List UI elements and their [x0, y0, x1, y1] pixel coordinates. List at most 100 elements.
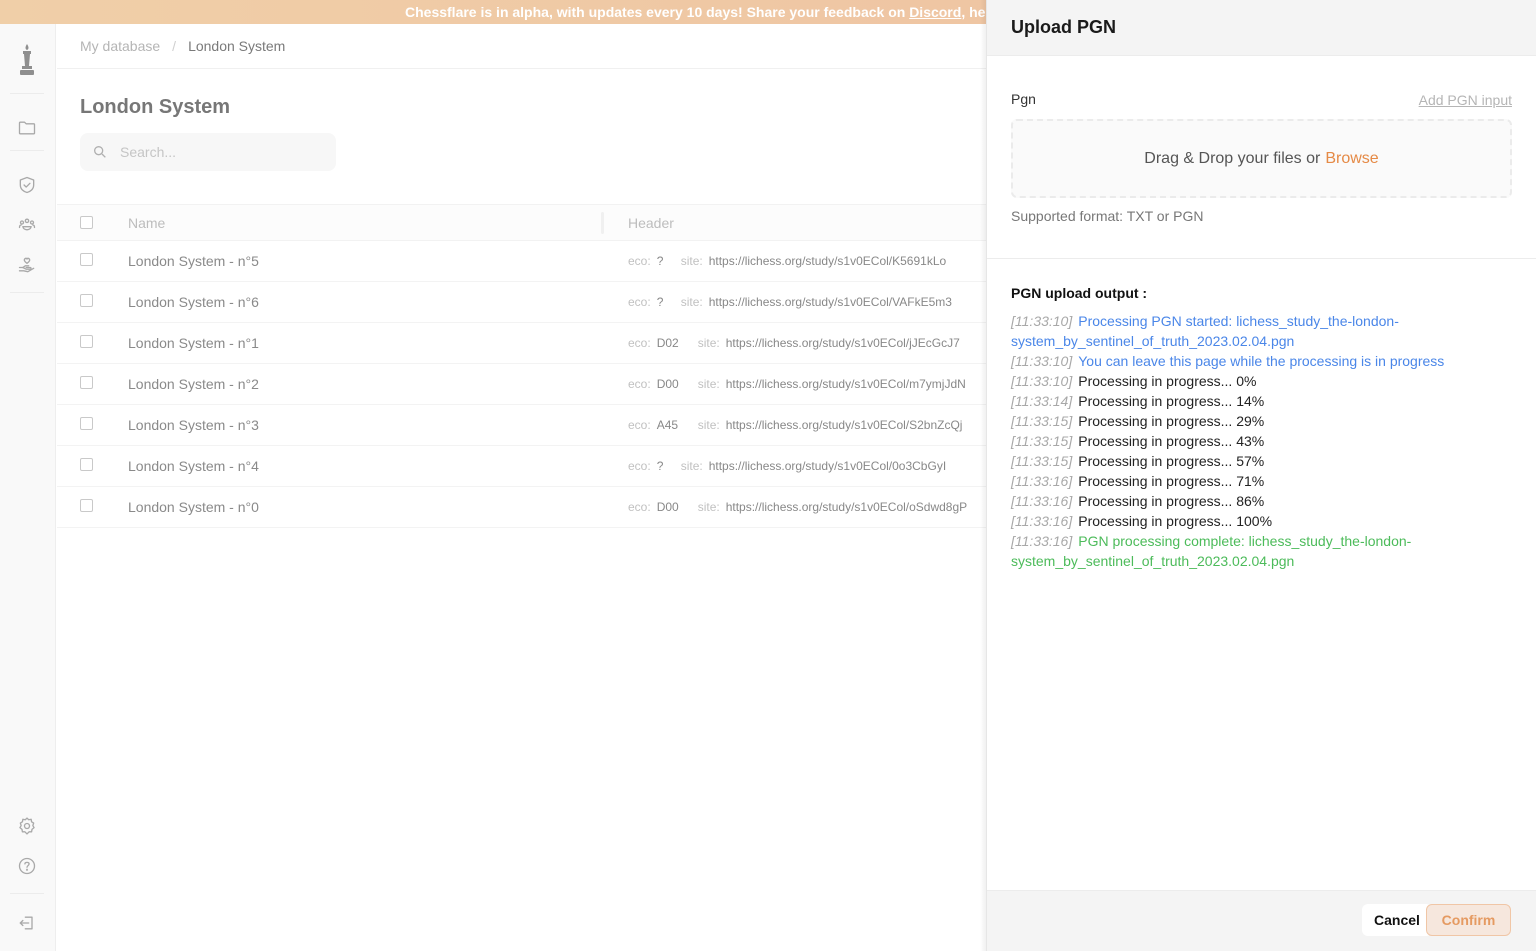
eco-value: A45 [656, 418, 679, 432]
column-header-name[interactable]: Name [128, 215, 165, 231]
main-content: My database / London System London Syste… [57, 24, 987, 951]
drawer-footer: Cancel Confirm [987, 890, 1536, 951]
log-message: Processing in progress... 71% [1078, 473, 1265, 489]
game-header: eco:? site: https://lichess.org/study/s1v0… [628, 459, 946, 473]
game-header: eco: A45 site: https://lichess.org/study/s1… [628, 418, 962, 432]
game-name[interactable]: London System - n°4 [128, 458, 259, 474]
site-value: https://lichess.org/study/s1v0ECol/VAFkE… [708, 295, 952, 309]
game-name[interactable]: London System - n°1 [128, 335, 259, 351]
game-header: eco: D02 site: https://lichess.org/study/s1… [628, 336, 960, 350]
shield-check-icon[interactable] [16, 174, 38, 196]
game-header: eco:? site: https://lichess.org/study/s1v0… [628, 295, 952, 309]
eco-value: D00 [656, 377, 679, 391]
site-label: site: [697, 418, 720, 432]
upload-pgn-drawer: Upload PGN Pgn Add PGN input Drag & Drop… [986, 0, 1536, 951]
log-timestamp: [11:33:14] [1011, 393, 1073, 409]
site-value: https://lichess.org/study/s1v0ECol/0o3Cb… [708, 459, 947, 473]
file-dropzone[interactable]: Drag & Drop your files or Browse [1011, 119, 1512, 198]
row-checkbox[interactable] [80, 294, 93, 307]
game-name[interactable]: London System - n°3 [128, 417, 259, 433]
eco-value: D00 [656, 500, 679, 514]
log-line: [11:33:16] Processing in progress... 86% [1011, 491, 1501, 511]
log-message: Processing in progress... 14% [1078, 393, 1265, 409]
table-header: Name Header [57, 204, 987, 241]
site-label: site: [697, 336, 720, 350]
table-row[interactable]: London System - n°0 eco: D00 site: https://l… [57, 487, 987, 528]
table-row[interactable]: London System - n°6 eco:? site: https://lic… [57, 282, 987, 323]
add-pgn-input-link[interactable]: Add PGN input [1419, 92, 1512, 108]
table-body: London System - n°5 eco:? site: https://lic… [57, 241, 987, 528]
log-message: Processing in progress... 86% [1078, 493, 1265, 509]
row-checkbox[interactable] [80, 376, 93, 389]
help-circle-icon[interactable] [16, 855, 38, 877]
cancel-button[interactable]: Cancel [1362, 904, 1432, 936]
game-name[interactable]: London System - n°6 [128, 294, 259, 310]
eco-label: eco: [628, 295, 651, 309]
table-row[interactable]: London System - n°2 eco: D00 site: https://l… [57, 364, 987, 405]
log-message: Processing in progress... 100% [1078, 513, 1273, 529]
breadcrumb-root[interactable]: My database [80, 38, 160, 54]
log-timestamp: [11:33:10] [1011, 313, 1073, 329]
log-timestamp: [11:33:15] [1011, 433, 1073, 449]
users-group-icon[interactable] [16, 214, 38, 236]
heart-hand-icon[interactable] [16, 254, 38, 276]
table-row[interactable]: London System - n°5 eco:? site: https://lic… [57, 241, 987, 282]
site-label: site: [680, 459, 703, 473]
discord-link[interactable]: Discord [909, 4, 961, 20]
breadcrumb-separator: / [172, 38, 177, 54]
site-label: site: [697, 500, 720, 514]
search-input[interactable] [120, 144, 320, 160]
eco-label: eco: [628, 500, 651, 514]
upload-log: [11:33:10] Processing PGN started: liches… [1011, 311, 1501, 571]
game-header: eco:? site: https://lichess.org/study/s1v0… [628, 254, 946, 268]
site-value: https://lichess.org/study/s1v0ECol/oSdwd… [725, 500, 968, 514]
app-root: Chessflare is in alpha, with updates eve… [0, 0, 1536, 951]
pgn-label: Pgn [1011, 91, 1036, 107]
game-name[interactable]: London System - n°2 [128, 376, 259, 392]
sidebar-divider [10, 292, 44, 293]
eco-value: ? [656, 254, 664, 268]
log-timestamp: [11:33:16] [1011, 513, 1073, 529]
log-timestamp: [11:33:10] [1011, 353, 1073, 369]
site-value: https://lichess.org/study/s1v0ECol/K5691… [708, 254, 947, 268]
browse-link[interactable]: Browse [1325, 150, 1378, 168]
table-row[interactable]: London System - n°4 eco:? site: https://lic… [57, 446, 987, 487]
log-line: [11:33:10] Processing PGN started: liches… [1011, 311, 1501, 351]
log-timestamp: [11:33:10] [1011, 373, 1073, 389]
table-row[interactable]: London System - n°3 eco: A45 site: https://l… [57, 405, 987, 446]
confirm-button[interactable]: Confirm [1426, 904, 1511, 936]
chess-bishop-logo-icon[interactable] [14, 42, 40, 78]
row-checkbox[interactable] [80, 458, 93, 471]
eco-value: ? [656, 459, 664, 473]
site-label: site: [680, 254, 703, 268]
row-checkbox[interactable] [80, 417, 93, 430]
select-all-checkbox[interactable] [80, 216, 93, 229]
row-checkbox[interactable] [80, 335, 93, 348]
search-icon [94, 146, 106, 158]
column-resize-handle[interactable] [601, 212, 604, 234]
banner-text: Chessflare is in alpha, with updates eve… [405, 4, 910, 20]
gear-icon[interactable] [16, 815, 38, 837]
game-name[interactable]: London System - n°0 [128, 499, 259, 515]
log-line: [11:33:10] You can leave this page while … [1011, 351, 1501, 371]
pgn-input-section: Pgn Add PGN input Drag & Drop your files… [987, 56, 1536, 259]
eco-label: eco: [628, 336, 651, 350]
logout-icon[interactable] [16, 912, 38, 934]
log-message: Processing in progress... 43% [1078, 433, 1265, 449]
eco-value: ? [656, 295, 664, 309]
dropzone-text: Drag & Drop your files or [1144, 149, 1321, 167]
table-row[interactable]: London System - n°1 eco: D02 site: https://l… [57, 323, 987, 364]
log-message: Processing in progress... 0% [1078, 373, 1257, 389]
supported-format-text: Supported format: TXT or PGN [1011, 208, 1204, 224]
log-timestamp: [11:33:16] [1011, 533, 1073, 549]
row-checkbox[interactable] [80, 253, 93, 266]
row-checkbox[interactable] [80, 499, 93, 512]
sidebar-divider [10, 150, 44, 151]
game-header: eco: D00 site: https://lichess.org/study/s1… [628, 377, 966, 391]
site-value: https://lichess.org/study/s1v0ECol/jJEcG… [725, 336, 960, 350]
eco-label: eco: [628, 418, 651, 432]
folder-icon[interactable] [16, 117, 38, 139]
game-name[interactable]: London System - n°5 [128, 253, 259, 269]
column-header-header[interactable]: Header [628, 215, 674, 231]
log-message: You can leave this page while the proces… [1078, 353, 1445, 369]
